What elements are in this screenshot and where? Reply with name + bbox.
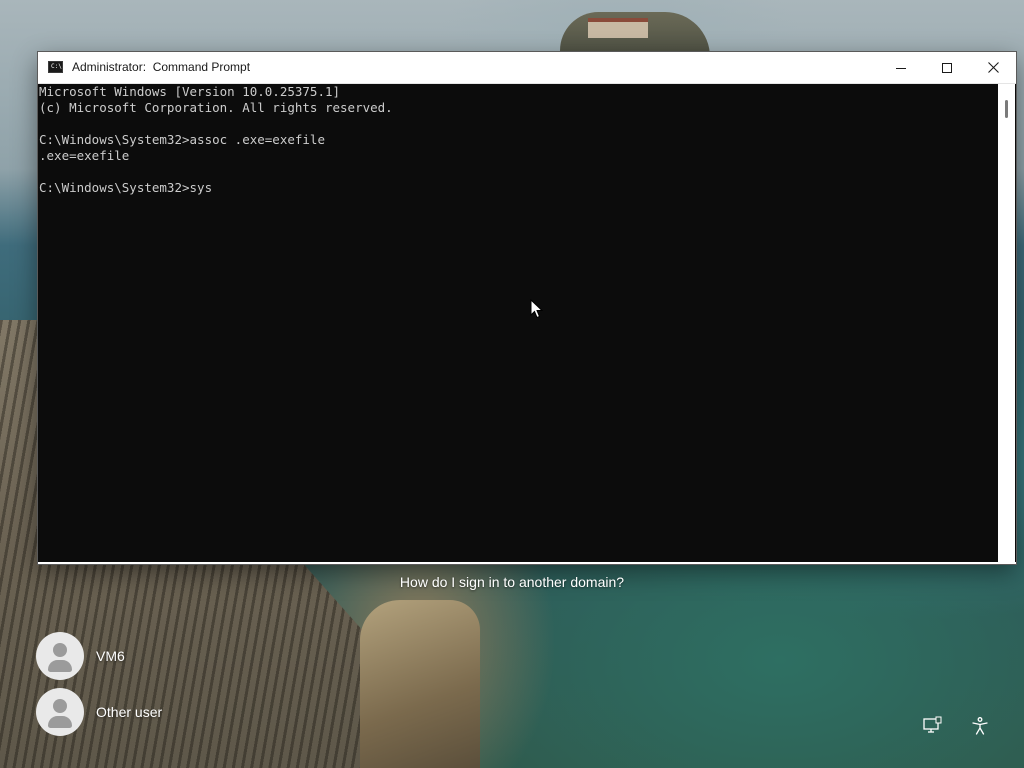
user-tile-other-user[interactable]: Other user	[36, 688, 162, 736]
console-line: .exe=exefile	[39, 148, 130, 163]
mouse-pointer-icon	[530, 299, 544, 319]
accessibility-button[interactable]	[970, 716, 990, 736]
background-hermitage	[588, 18, 648, 38]
minimize-icon	[896, 67, 906, 69]
sign-in-help-container: How do I sign in to another domain?	[0, 574, 1024, 590]
network-button[interactable]	[922, 716, 942, 736]
background-rock	[360, 600, 480, 768]
console-line: C:\Windows\System32>assoc .exe=exefile	[39, 132, 325, 147]
user-name: VM6	[96, 648, 125, 664]
window-titlebar[interactable]: C:\ Administrator: Command Prompt	[38, 52, 1016, 84]
close-button[interactable]	[970, 52, 1016, 83]
console-line: Microsoft Windows [Version 10.0.25375.1]	[39, 84, 341, 99]
console-line: (c) Microsoft Corporation. All rights re…	[39, 100, 393, 115]
user-tile-vm6[interactable]: VM6	[36, 632, 125, 680]
window-title: Administrator: Command Prompt	[72, 60, 251, 74]
network-icon	[923, 716, 942, 733]
command-prompt-window[interactable]: C:\ Administrator: Command Prompt Micros…	[38, 52, 1016, 564]
console-output[interactable]: Microsoft Windows [Version 10.0.25375.1]…	[39, 84, 997, 562]
accessibility-icon	[972, 717, 988, 735]
command-prompt-icon: C:\	[48, 61, 63, 73]
maximize-icon	[942, 62, 952, 73]
maximize-button[interactable]	[924, 52, 970, 83]
scrollbar-thumb[interactable]	[1005, 100, 1008, 118]
minimize-button[interactable]	[878, 52, 924, 83]
user-name: Other user	[96, 704, 163, 720]
lock-screen-background: C:\ Administrator: Command Prompt Micros…	[0, 0, 1024, 768]
another-domain-help-link[interactable]: How do I sign in to another domain?	[400, 574, 624, 590]
user-avatar-icon	[36, 632, 84, 680]
close-icon	[987, 62, 999, 73]
console-input-line[interactable]: C:\Windows\System32>sys	[39, 180, 997, 196]
user-avatar-icon	[36, 688, 84, 736]
vertical-scrollbar[interactable]	[998, 84, 1015, 562]
window-bottom-border	[38, 562, 1016, 564]
